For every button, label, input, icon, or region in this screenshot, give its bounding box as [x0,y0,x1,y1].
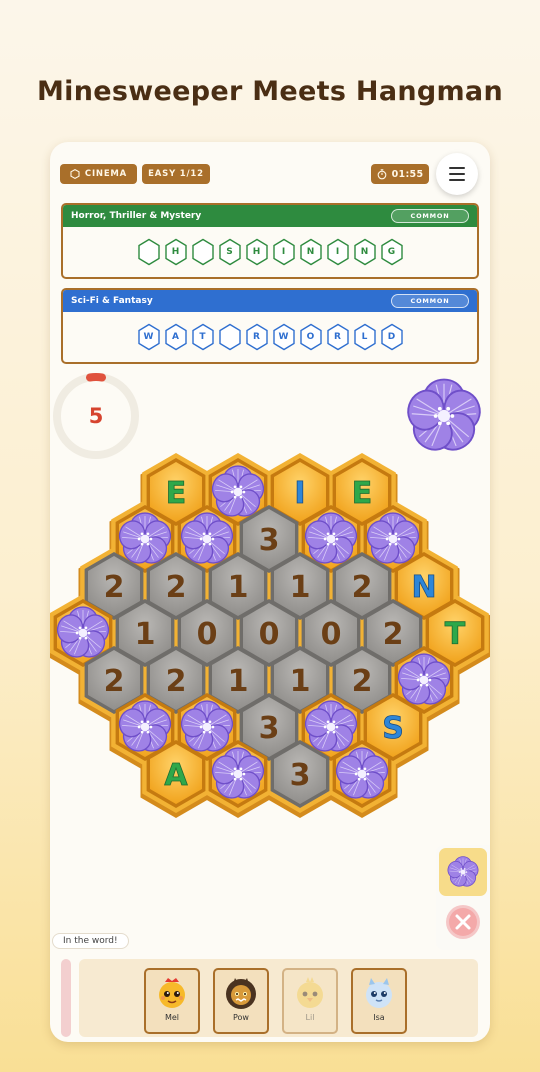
character-card-mel[interactable]: Mel [144,968,200,1034]
chick-avatar-icon [297,977,323,1008]
cell-number: 3 [259,711,280,746]
cell-letter: N [411,570,436,605]
game-card: CINEMA EASY 1/12 01:55 Horror, Thriller … [50,142,490,1042]
cell-number: 2 [352,664,373,699]
character-card-pow[interactable]: Pow [213,968,269,1034]
cell-number: 2 [104,664,125,699]
clear-button[interactable] [446,905,480,939]
hint-label: In the word! [52,933,129,949]
character-name: Mel [164,1013,180,1022]
character-card-lil[interactable]: Lil [282,968,338,1034]
flower-icon [447,856,479,887]
cell-number: 1 [290,570,311,605]
cell-number: 2 [166,664,187,699]
lion-avatar-icon [226,978,256,1009]
cell-letter: E [352,476,373,511]
flower-icon [447,856,479,887]
character-card-isa[interactable]: Isa [351,968,407,1034]
bee-avatar-icon [159,978,185,1008]
page-headline: Minesweeper Meets Hangman [37,76,503,107]
tray-scroll-indicator [61,959,71,1037]
cell-letter: A [164,758,188,793]
cell-number: 1 [228,570,249,605]
cell-number: 0 [321,617,342,652]
character-name: Isa [373,1013,385,1022]
close-icon [449,908,477,936]
cell-letter: S [382,711,404,746]
cell-number: 2 [104,570,125,605]
cell-number: 2 [166,570,187,605]
cell-number: 0 [197,617,218,652]
cell-number: 2 [352,570,373,605]
cell-number: 1 [228,664,249,699]
flag-flower-button[interactable] [439,848,487,896]
cell-number: 3 [290,758,311,793]
cell-letter: E [166,476,187,511]
character-name: Lil [305,1013,315,1022]
cell-letter: T [445,617,466,652]
cell-number: 1 [135,617,156,652]
character-name: Pow [233,1013,249,1022]
cell-number: 1 [290,664,311,699]
character-tray [79,959,478,1037]
ice-creature-avatar-icon [366,978,392,1008]
cell-number: 2 [383,617,404,652]
hex-board: E I E32 2 1 1 2 N1 0 0 0 2 T2 2 1 1 23 SA 3 [50,453,490,818]
cell-letter: I [294,476,305,511]
cell-number: 0 [259,617,280,652]
cell-number: 3 [259,523,280,558]
